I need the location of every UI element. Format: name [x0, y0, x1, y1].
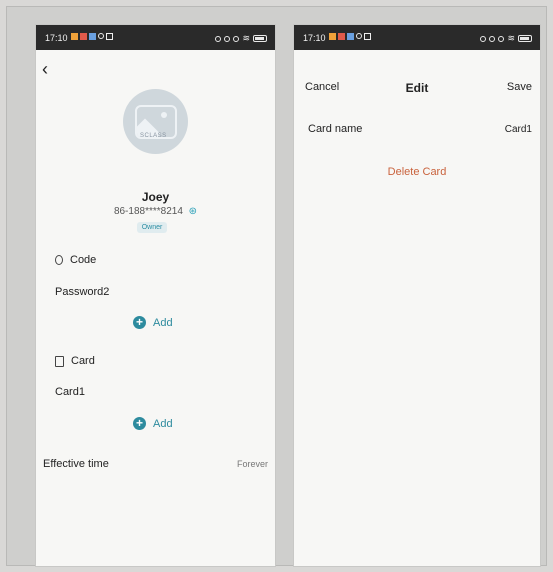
- notification-icon: [80, 33, 87, 40]
- notification-icon: [356, 33, 362, 39]
- notification-icon: [98, 33, 104, 39]
- card-item[interactable]: Card1: [55, 386, 85, 398]
- nfc-icon: [215, 35, 222, 42]
- code-section-label: Code: [70, 254, 97, 266]
- status-bar: 17:10 ≋: [294, 25, 540, 50]
- status-time: 17:10: [303, 33, 326, 43]
- back-chevron-icon[interactable]: ‹: [42, 59, 48, 80]
- effective-time-label[interactable]: Effective time: [43, 458, 109, 470]
- status-time: 17:10: [45, 33, 68, 43]
- wifi-icon: ≋: [242, 33, 250, 43]
- save-button[interactable]: Save: [507, 81, 532, 93]
- edit-nav-bar: Edit Cancel Save: [294, 81, 540, 99]
- effective-time-value: Forever: [236, 459, 268, 469]
- mute-icon: [489, 35, 496, 42]
- notification-icon: [364, 33, 371, 40]
- role-badge: Owner: [137, 222, 167, 233]
- system-icons: ≋: [480, 33, 532, 44]
- screenshot-frame: 17:10 ≋ ‹ SCLASS Joey 86-188****8214 ⊛ O…: [6, 6, 547, 566]
- notification-icon: [347, 33, 354, 40]
- edit-card-screen: 17:10 ≋ Edit Cancel Save Card name Card1: [294, 25, 540, 566]
- notification-icon: [338, 33, 345, 40]
- card-name-label: Card name: [308, 123, 363, 135]
- user-phone: 86-188****8214: [113, 206, 183, 217]
- notification-icon: [329, 33, 336, 40]
- wifi-icon: ≋: [507, 33, 515, 43]
- notification-icons: [71, 33, 113, 40]
- card-section-header: Card: [55, 355, 95, 367]
- add-code-label: Add: [153, 316, 173, 329]
- card-icon: [55, 355, 64, 367]
- mute-icon: [224, 35, 231, 42]
- user-detail-screen: 17:10 ≋ ‹ SCLASS Joey 86-188****8214 ⊛ O…: [36, 25, 275, 566]
- delete-card-button[interactable]: Delete Card: [294, 166, 540, 178]
- code-section-header: Code: [55, 254, 96, 266]
- plus-icon: +: [133, 316, 146, 329]
- battery-icon: [253, 35, 267, 42]
- vibrate-icon: [233, 35, 240, 42]
- code-item[interactable]: Password2: [55, 286, 109, 298]
- battery-icon: [518, 35, 532, 42]
- code-icon: [55, 255, 63, 265]
- status-bar: 17:10 ≋: [36, 25, 275, 50]
- avatar: [123, 89, 188, 154]
- fingerprint-icon: ⊛: [188, 206, 198, 217]
- notification-icon: [71, 33, 78, 40]
- notification-icon: [89, 33, 96, 40]
- notification-icon: [106, 33, 113, 40]
- notification-icons: [329, 33, 371, 40]
- avatar-logo-text: SCLASS: [140, 133, 167, 139]
- plus-icon: +: [133, 417, 146, 430]
- nfc-icon: [480, 35, 487, 42]
- system-icons: ≋: [215, 33, 267, 44]
- cancel-button[interactable]: Cancel: [305, 81, 339, 93]
- user-name: Joey: [141, 190, 170, 204]
- user-phone-row: 86-188****8214 ⊛: [36, 206, 275, 217]
- add-card-label: Add: [153, 417, 173, 430]
- vibrate-icon: [498, 35, 505, 42]
- card-section-label: Card: [71, 355, 95, 367]
- add-card-button[interactable]: + Add: [133, 417, 173, 430]
- add-code-button[interactable]: + Add: [133, 316, 173, 329]
- card-name-input[interactable]: Card1: [505, 124, 532, 135]
